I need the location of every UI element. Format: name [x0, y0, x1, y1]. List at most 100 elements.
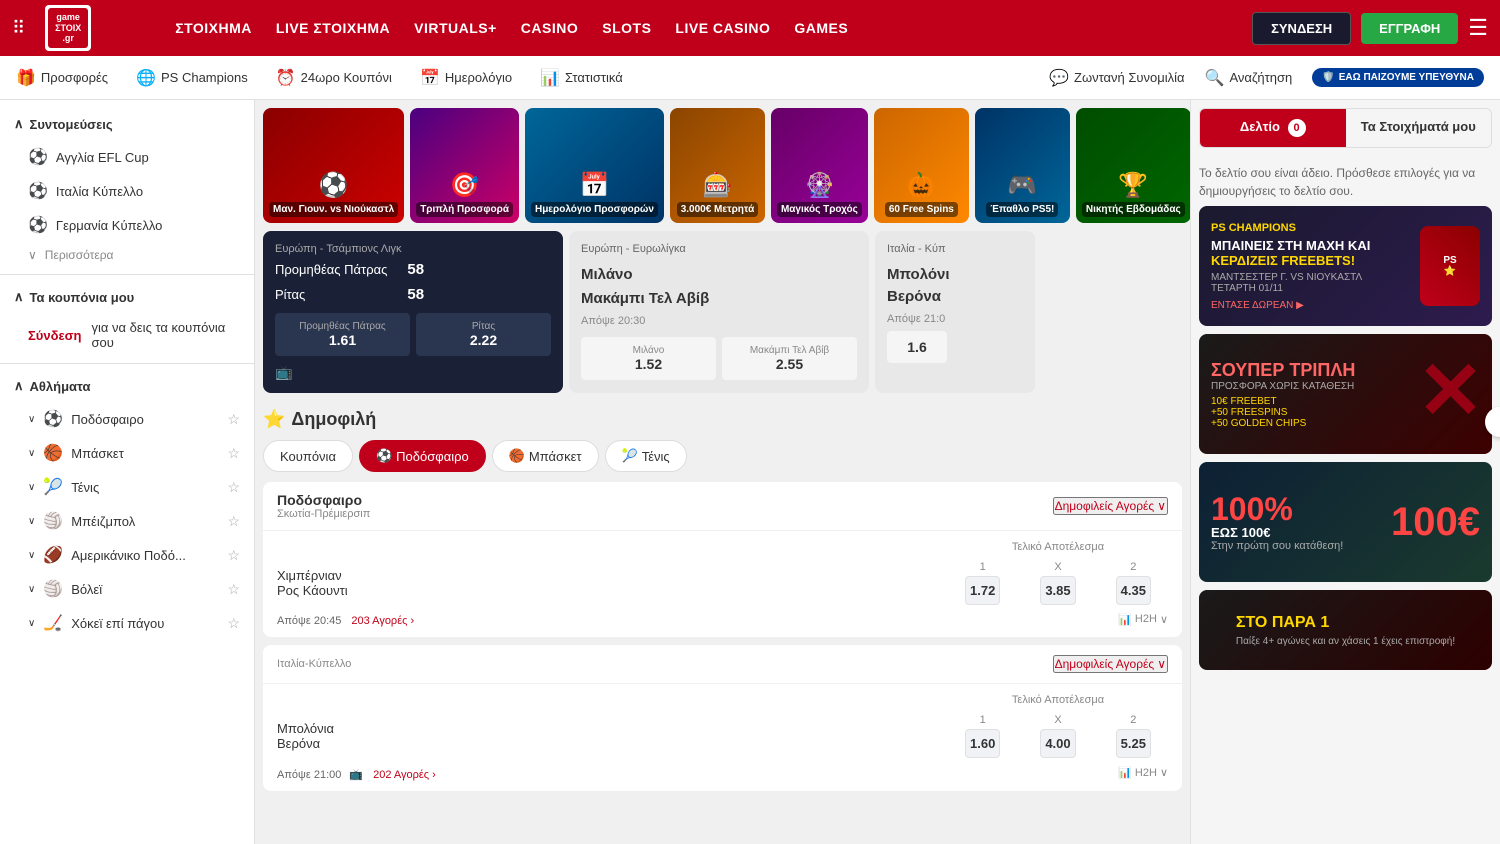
- register-button[interactable]: ΕΓΓΡΑΦΗ: [1361, 13, 1458, 44]
- promo-card-freespins[interactable]: 🎃 60 Free Spins: [874, 108, 969, 223]
- nav-24h-coupon[interactable]: ⏰ 24ωρο Κουπόνι: [276, 68, 392, 88]
- sidebar-item-efl-cup[interactable]: ⚽ Αγγλία EFL Cup: [0, 140, 254, 174]
- betslip-tab-my-bets[interactable]: Τα Στοιχήματά μου: [1346, 109, 1492, 147]
- nav-statistics[interactable]: 📊 Στατιστικά: [540, 68, 623, 88]
- demofilis-btn-1[interactable]: Δημοφιλείς Αγορές ∨: [1053, 497, 1168, 515]
- nav-live-casino[interactable]: LIVE CASINO: [675, 20, 770, 36]
- promo-label-5: Μαγικός Τροχός: [777, 202, 862, 217]
- show-more-shortcuts[interactable]: ∨ Περισσότερα: [0, 242, 254, 268]
- promo-card-winner[interactable]: 🏆 Νικητής Εβδομάδας: [1076, 108, 1190, 223]
- star-icon-football[interactable]: ☆: [227, 411, 240, 428]
- sidebar: ∧ Συντομεύσεις ⚽ Αγγλία EFL Cup ⚽ Ιταλία…: [0, 100, 255, 844]
- login-button[interactable]: ΣΥΝΔΕΣΗ: [1252, 12, 1351, 45]
- sidebar-item-italy-cup[interactable]: ⚽ Ιταλία Κύπελλο: [0, 174, 254, 208]
- nav-search[interactable]: 🔍 Αναζήτηση: [1205, 68, 1293, 88]
- nav-virtuals[interactable]: VIRTUALS+: [414, 20, 497, 36]
- sidebar-login-prompt[interactable]: Σύνδεση για να δεις τα κουπόνια σου: [0, 313, 254, 357]
- sidebar-item-tennis[interactable]: ∨ 🎾 Τένις ☆: [0, 470, 254, 504]
- betslip-tab-deltion[interactable]: Δελτίο 0: [1200, 109, 1346, 147]
- star-icon-tennis[interactable]: ☆: [227, 479, 240, 496]
- globe-icon: 🌐: [136, 68, 156, 88]
- banner-ps-champions[interactable]: PS CHAMPIONS ΜΠΑΙΝΕΙΣ ΣΤΗ ΜΑΧΗ ΚΑΙΚΕΡΔΙΖ…: [1199, 206, 1492, 326]
- nav-ps-champions[interactable]: 🌐 PS Champions: [136, 68, 248, 88]
- search-icon: 🔍: [1205, 68, 1225, 88]
- odds-cols-2: 1 1.60 X 4.00: [948, 714, 1168, 758]
- football-icon: ⚽: [28, 147, 48, 167]
- nav-slots[interactable]: SLOTS: [602, 20, 651, 36]
- main-content: ⚽ Μαν. Γιουν. vs Νιούκαστλ 🎯 Τριπλή Προσ…: [255, 100, 1190, 844]
- odd-2-x[interactable]: 4.00: [1040, 729, 1075, 758]
- second-nav-right: 💬 Ζωντανή Συνομιλία 🔍 Αναζήτηση 🛡️ ΕΑΩ Π…: [1049, 68, 1484, 88]
- hamburger-icon[interactable]: ☰: [1468, 15, 1488, 41]
- tab-tennis[interactable]: 🎾 Τένις: [605, 440, 687, 472]
- brand-logo[interactable]: gameΣΤΟΙΧ.gr: [45, 5, 155, 51]
- star-icon-baseball[interactable]: ☆: [227, 513, 240, 530]
- odd-2-1[interactable]: 1.60: [965, 729, 1000, 758]
- odd-1-x[interactable]: 3.85: [1040, 576, 1075, 605]
- odd-1-2[interactable]: 4.35: [1116, 576, 1151, 605]
- match-2-odd2[interactable]: Μακάμπι Τελ Αβίβ 2.55: [722, 337, 857, 380]
- game-more-markets-1[interactable]: Απόψε 20:45 203 Αγορές ›: [277, 615, 414, 627]
- sidebar-item-hockey[interactable]: ∨ 🏒 Χόκεϊ επί πάγου ☆: [0, 606, 254, 640]
- odd-2-2[interactable]: 5.25: [1116, 729, 1151, 758]
- sidebar-shortcuts-header[interactable]: ∧ Συντομεύσεις: [0, 108, 254, 140]
- match-1-teams: Προμηθέας Πάτρας 58 Ρίτας 58: [275, 261, 424, 303]
- match-2-time: Απόψε 20:30: [581, 315, 857, 327]
- tab-coupon[interactable]: Κουπόνια: [263, 440, 353, 472]
- sport-league-1: Σκωτία-Πρέμιερσιπ: [277, 508, 370, 520]
- chevron-down-icon-5: ∨: [28, 516, 35, 527]
- grid-icon[interactable]: ⠿: [12, 18, 25, 39]
- h2h-btn-2[interactable]: 📊 H2H ∨: [1118, 766, 1168, 779]
- nav-games[interactable]: GAMES: [794, 20, 848, 36]
- sidebar-item-volleyball[interactable]: ∨ 🏐 Βόλεϊ ☆: [0, 572, 254, 606]
- promo-card-man-utd[interactable]: ⚽ Μαν. Γιουν. vs Νιούκαστλ: [263, 108, 404, 223]
- star-icon-hockey[interactable]: ☆: [227, 615, 240, 632]
- sidebar-item-american-football[interactable]: ∨ 🏈 Αμερικάνικο Ποδό... ☆: [0, 538, 254, 572]
- tab-basketball[interactable]: 🏀 Μπάσκετ: [492, 440, 599, 472]
- sidebar-sports-header[interactable]: ∧ Αθλήματα: [0, 370, 254, 402]
- banner-100-bonus[interactable]: 100% ΕΩΣ 100€ Στην πρώτη σου κατάθεση! 1…: [1199, 462, 1492, 582]
- promo-card-wheel[interactable]: 🎡 Μαγικός Τροχός: [771, 108, 868, 223]
- sidebar-item-germany-cup[interactable]: ⚽ Γερμανία Κύπελλο: [0, 208, 254, 242]
- game-more-markets-2[interactable]: Απόψε 21:00 📺 202 Αγορές ›: [277, 768, 436, 781]
- match-1-odd2[interactable]: Ρίτας 2.22: [416, 313, 551, 356]
- sidebar-item-basketball[interactable]: ∨ 🏀 Μπάσκετ ☆: [0, 436, 254, 470]
- chevron-down-icon-2: ∨: [28, 414, 35, 425]
- nav-right-actions: ΣΥΝΔΕΣΗ ΕΓΓΡΑΦΗ ☰: [1252, 12, 1488, 45]
- popular-header: ⭐ Δημοφιλή: [263, 409, 1182, 430]
- banner-para1[interactable]: ΣΤΟ ΠΑΡΑ 1 Παίξε 4+ αγώνες και αν χάσεις…: [1199, 590, 1492, 670]
- tennis-icon: 🎾: [43, 477, 63, 497]
- nav-live-chat[interactable]: 💬 Ζωντανή Συνομιλία: [1049, 68, 1184, 88]
- nav-casino[interactable]: CASINO: [521, 20, 578, 36]
- live-match-1: Ευρώπη - Τσάμπιονς Λιγκ Προμηθέας Πάτρας…: [263, 231, 563, 393]
- sport-section-2-header: Ιταλία-Κύπελλο Δημοφιλείς Αγορές ∨: [263, 645, 1182, 684]
- nav-live-stoixima[interactable]: LIVE ΣΤΟΙΧΗΜΑ: [276, 20, 390, 36]
- sidebar-item-baseball[interactable]: ∨ 🏐 Μπέιζμπολ ☆: [0, 504, 254, 538]
- star-icon-volleyball[interactable]: ☆: [227, 581, 240, 598]
- h2h-btn-1[interactable]: 📊 H2H ∨: [1118, 613, 1168, 626]
- nav-stoixima[interactable]: ΣΤΟΙΧΗΜΑ: [175, 20, 252, 36]
- demofilis-btn-2[interactable]: Δημοφιλείς Αγορές ∨: [1053, 655, 1168, 673]
- promo-card-cash[interactable]: 🎰 3.000€ Μετρητά: [670, 108, 765, 223]
- tab-football[interactable]: ⚽ Ποδόσφαιρο: [359, 440, 486, 472]
- match-1-odd1[interactable]: Προμηθέας Πάτρας 1.61: [275, 313, 410, 356]
- banner-super-triple[interactable]: ΣΟΥΠΕΡ ΤΡΙΠΛΗ ΠΡΟΣΦΟΡΑ ΧΩΡΙΣ ΚΑΤΑΘΕΣΗ 10…: [1199, 334, 1492, 454]
- promo-card-calendar[interactable]: 📅 Ημερολόγιο Προσφορών: [525, 108, 664, 223]
- nav-calendar[interactable]: 📅 Ημερολόγιο: [420, 68, 512, 88]
- match-3-odd1[interactable]: 1.6: [887, 331, 947, 363]
- promo-card-triple[interactable]: 🎯 Τριπλή Προσφορά: [410, 108, 519, 223]
- nav-prosfores[interactable]: 🎁 Προσφορές: [16, 68, 108, 88]
- star-popular-icon: ⭐: [263, 409, 285, 430]
- odd-1-1[interactable]: 1.72: [965, 576, 1000, 605]
- football-sport-icon: ⚽: [43, 409, 63, 429]
- sidebar-coupons-header[interactable]: ∧ Τα κουπόνια μου: [0, 281, 254, 313]
- chart-icon: 📊: [1118, 613, 1132, 626]
- betslip-badge: 0: [1288, 119, 1306, 137]
- betslip-empty-text: Το δελτίο σου είναι άδειο. Πρόσθεσε επιλ…: [1199, 158, 1492, 206]
- match-2-odd1[interactable]: Μιλάνο 1.52: [581, 337, 716, 380]
- star-icon-basketball[interactable]: ☆: [227, 445, 240, 462]
- star-icon-amfootball[interactable]: ☆: [227, 547, 240, 564]
- clock-icon: ⏰: [276, 68, 296, 88]
- promo-card-ps5[interactable]: 🎮 Έπαθλο PS5!: [975, 108, 1070, 223]
- sidebar-item-football[interactable]: ∨ ⚽ Ποδόσφαιρο ☆: [0, 402, 254, 436]
